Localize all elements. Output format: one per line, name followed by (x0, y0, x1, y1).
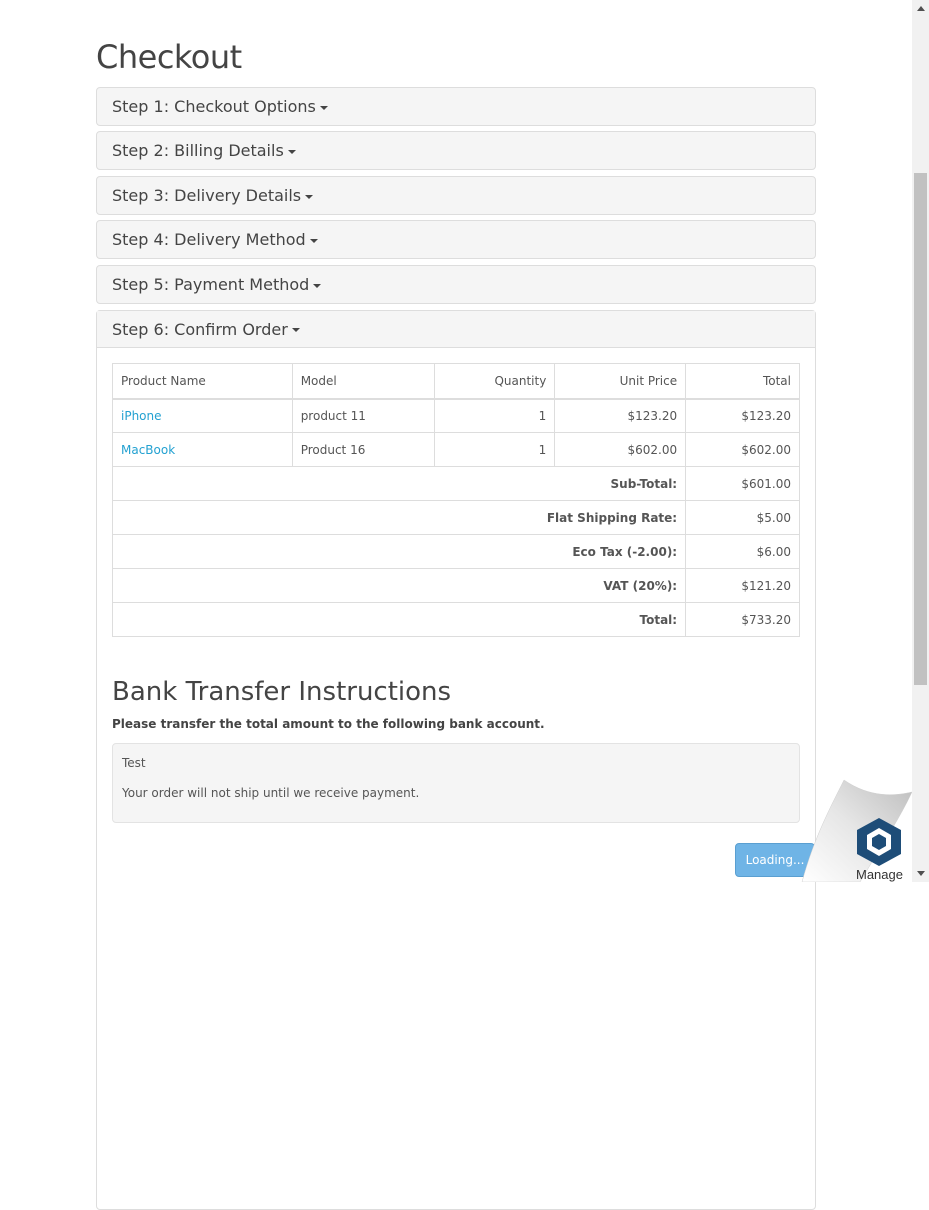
product-link[interactable]: iPhone (121, 409, 162, 423)
header-unit-price: Unit Price (554, 363, 687, 400)
confirm-order-body: Product Name Model Quantity Unit Price T… (97, 348, 815, 918)
product-link[interactable]: MacBook (121, 443, 175, 457)
grand-total-value: $733.20 (685, 602, 800, 637)
eco-tax-label: Eco Tax (-2.00): (111, 534, 687, 569)
step-1-heading[interactable]: Step 1: Checkout Options (97, 88, 815, 125)
totals-row: Sub-Total: $601.00 (111, 466, 800, 501)
step-2-label: Step 2: Billing Details (112, 141, 284, 160)
bank-details-well: Test Your order will not ship until we r… (112, 743, 800, 823)
manage-widget[interactable]: Manage (800, 778, 913, 883)
product-quantity: 1 (434, 432, 556, 467)
step-6-label: Step 6: Confirm Order (112, 319, 288, 339)
product-quantity: 1 (434, 398, 556, 433)
table-header-row: Product Name Model Quantity Unit Price T… (112, 363, 800, 400)
caret-down-icon (291, 328, 300, 332)
totals-row: Eco Tax (-2.00): $6.00 (111, 534, 800, 569)
caret-down-icon (287, 149, 296, 154)
step-6-heading[interactable]: Step 6: Confirm Order (97, 311, 815, 348)
totals-row: VAT (20%): $121.20 (111, 568, 800, 603)
caret-down-icon (313, 283, 322, 288)
subtotal-label: Sub-Total: (111, 466, 687, 501)
button-row: Loading... (112, 843, 815, 903)
product-unit-price: $123.20 (554, 398, 687, 433)
step-3-heading[interactable]: Step 3: Delivery Details (97, 177, 815, 214)
step-4-heading[interactable]: Step 4: Delivery Method (97, 221, 815, 258)
scroll-up-arrow-icon[interactable] (917, 6, 925, 11)
page-title: Checkout (96, 38, 242, 76)
totals-row: Flat Shipping Rate: $5.00 (111, 500, 800, 535)
step-3-label: Step 3: Delivery Details (112, 186, 302, 205)
table-row: iPhone product 11 1 $123.20 $123.20 (112, 398, 800, 433)
product-model: Product 16 (291, 432, 436, 467)
shipping-value: $5.00 (685, 500, 800, 535)
bank-details: Test (122, 756, 146, 770)
product-total: $123.20 (685, 398, 800, 433)
vat-value: $121.20 (685, 568, 800, 603)
table-row: MacBook Product 16 1 $602.00 $602.00 (112, 432, 800, 467)
header-quantity: Quantity (434, 363, 556, 400)
step-1-panel: Step 1: Checkout Options (96, 87, 816, 126)
step-3-panel: Step 3: Delivery Details (96, 176, 816, 215)
product-unit-price: $602.00 (554, 432, 687, 467)
totals-row: Total: $733.20 (111, 602, 800, 637)
shipping-label: Flat Shipping Rate: (111, 500, 687, 535)
eco-tax-value: $6.00 (685, 534, 800, 569)
payment-note: Your order will not ship until we receiv… (122, 786, 420, 800)
vat-label: VAT (20%): (111, 568, 687, 603)
manage-hexagon-icon (857, 818, 901, 866)
bank-transfer-subtitle: Please transfer the total amount to the … (112, 717, 545, 731)
step-2-heading[interactable]: Step 2: Billing Details (97, 132, 815, 169)
vertical-scrollbar[interactable] (912, 0, 929, 882)
caret-down-icon (319, 105, 328, 110)
step-5-panel: Step 5: Payment Method (96, 265, 816, 304)
caret-down-icon (309, 238, 318, 243)
subtotal-value: $601.00 (685, 466, 800, 501)
step-5-label: Step 5: Payment Method (112, 275, 310, 294)
scroll-down-arrow-icon[interactable] (917, 871, 925, 876)
step-4-panel: Step 4: Delivery Method (96, 220, 816, 259)
manage-label: Manage (856, 867, 903, 882)
scrollbar-thumb[interactable] (914, 173, 927, 685)
header-total: Total (685, 363, 800, 400)
header-product-name: Product Name (112, 363, 293, 400)
bank-transfer-title: Bank Transfer Instructions (112, 677, 452, 707)
step-5-heading[interactable]: Step 5: Payment Method (97, 266, 815, 303)
step-6-panel: Step 6: Confirm Order Product Name Model… (96, 310, 816, 1210)
product-model: product 11 (291, 398, 436, 433)
order-table: Product Name Model Quantity Unit Price T… (111, 363, 800, 637)
product-total: $602.00 (685, 432, 800, 467)
caret-down-icon (305, 194, 314, 199)
step-1-label: Step 1: Checkout Options (112, 97, 316, 116)
grand-total-label: Total: (111, 602, 687, 637)
header-model: Model (291, 363, 436, 400)
step-2-panel: Step 2: Billing Details (96, 131, 816, 170)
step-4-label: Step 4: Delivery Method (112, 230, 306, 249)
